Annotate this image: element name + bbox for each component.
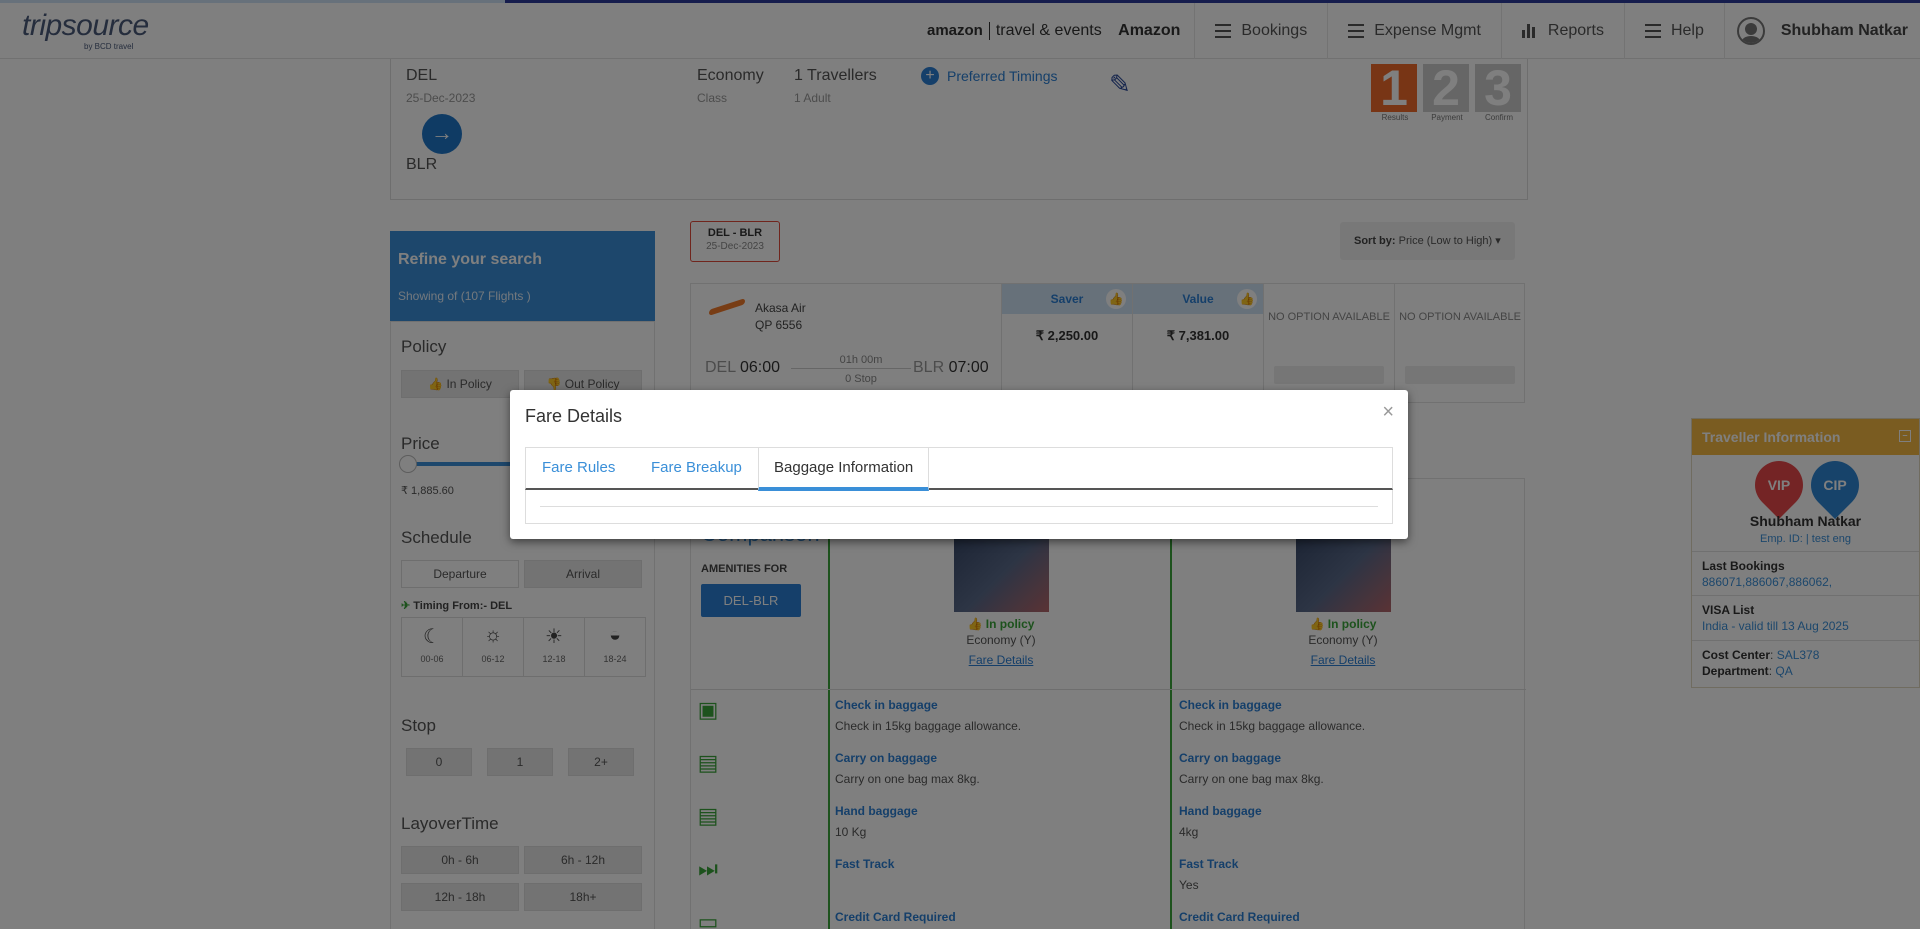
close-icon[interactable]: × — [1382, 402, 1394, 422]
tab-fare-rules[interactable]: Fare Rules — [527, 448, 630, 491]
tab-content — [525, 490, 1393, 524]
tab-baggage-information[interactable]: Baggage Information — [758, 448, 930, 491]
modal-tabs: Fare Rules Fare Breakup Baggage Informat… — [525, 447, 1393, 491]
tab-fare-breakup[interactable]: Fare Breakup — [636, 448, 757, 491]
content-divider — [540, 506, 1378, 507]
modal-title: Fare Details — [525, 406, 623, 426]
fare-details-modal: Fare Details × Fare Rules Fare Breakup B… — [510, 390, 1408, 539]
